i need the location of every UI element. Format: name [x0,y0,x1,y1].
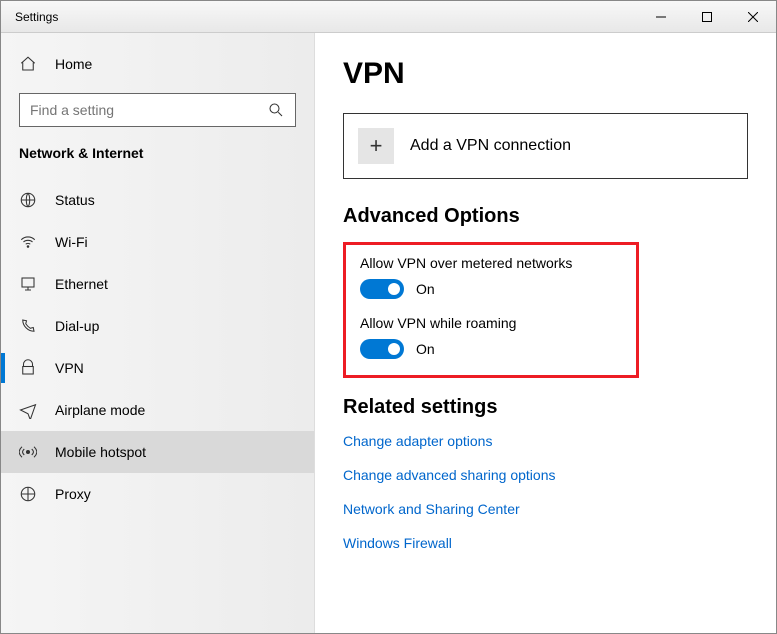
nav-label: Wi-Fi [55,234,88,250]
minimize-button[interactable] [638,1,684,33]
main-content: VPN + Add a VPN connection Advanced Opti… [315,33,776,633]
nav-label: Status [55,192,95,208]
toggle-metered-state: On [416,281,435,297]
toggle-metered[interactable] [360,279,404,299]
nav-label: Dial-up [55,318,99,334]
home-label: Home [55,56,92,72]
phone-icon [19,317,37,335]
plus-icon: + [358,128,394,164]
search-input[interactable] [19,93,296,127]
nav-label: Mobile hotspot [55,444,146,460]
toggle-roaming[interactable] [360,339,404,359]
nav-label: Ethernet [55,276,108,292]
titlebar: Settings [1,1,776,33]
page-title: VPN [343,57,748,91]
airplane-icon [19,401,37,419]
proxy-icon [19,485,37,503]
sidebar-item-proxy[interactable]: Proxy [1,473,314,515]
link-adapter[interactable]: Change adapter options [343,433,748,449]
hotspot-icon [19,443,37,461]
sidebar-item-hotspot[interactable]: Mobile hotspot [1,431,314,473]
link-sharing[interactable]: Change advanced sharing options [343,467,748,483]
related-heading: Related settings [343,396,748,419]
category-label: Network & Internet [1,145,314,179]
opt-metered-label: Allow VPN over metered networks [360,255,622,271]
sidebar-item-vpn[interactable]: VPN [1,347,314,389]
sidebar-item-airplane[interactable]: Airplane mode [1,389,314,431]
highlight-box: Allow VPN over metered networks On Allow… [343,242,639,378]
search-icon [267,101,285,119]
nav-label: Airplane mode [55,402,145,418]
advanced-heading: Advanced Options [343,205,748,228]
globe-icon [19,191,37,209]
window-title: Settings [1,10,638,24]
wifi-icon [19,233,37,251]
add-vpn-label: Add a VPN connection [410,137,571,155]
vpn-icon [19,359,37,377]
sidebar-item-wifi[interactable]: Wi-Fi [1,221,314,263]
sidebar: Home Network & Internet Status Wi-Fi [1,33,315,633]
nav-label: VPN [55,360,84,376]
home-icon [19,55,37,73]
close-button[interactable] [730,1,776,33]
link-center[interactable]: Network and Sharing Center [343,501,748,517]
toggle-roaming-state: On [416,341,435,357]
search-field[interactable] [30,102,267,118]
sidebar-item-ethernet[interactable]: Ethernet [1,263,314,305]
home-nav[interactable]: Home [1,45,314,83]
ethernet-icon [19,275,37,293]
sidebar-item-dialup[interactable]: Dial-up [1,305,314,347]
maximize-button[interactable] [684,1,730,33]
add-vpn-button[interactable]: + Add a VPN connection [343,113,748,179]
nav-label: Proxy [55,486,91,502]
sidebar-item-status[interactable]: Status [1,179,314,221]
opt-roaming-label: Allow VPN while roaming [360,315,622,331]
link-firewall[interactable]: Windows Firewall [343,535,748,551]
